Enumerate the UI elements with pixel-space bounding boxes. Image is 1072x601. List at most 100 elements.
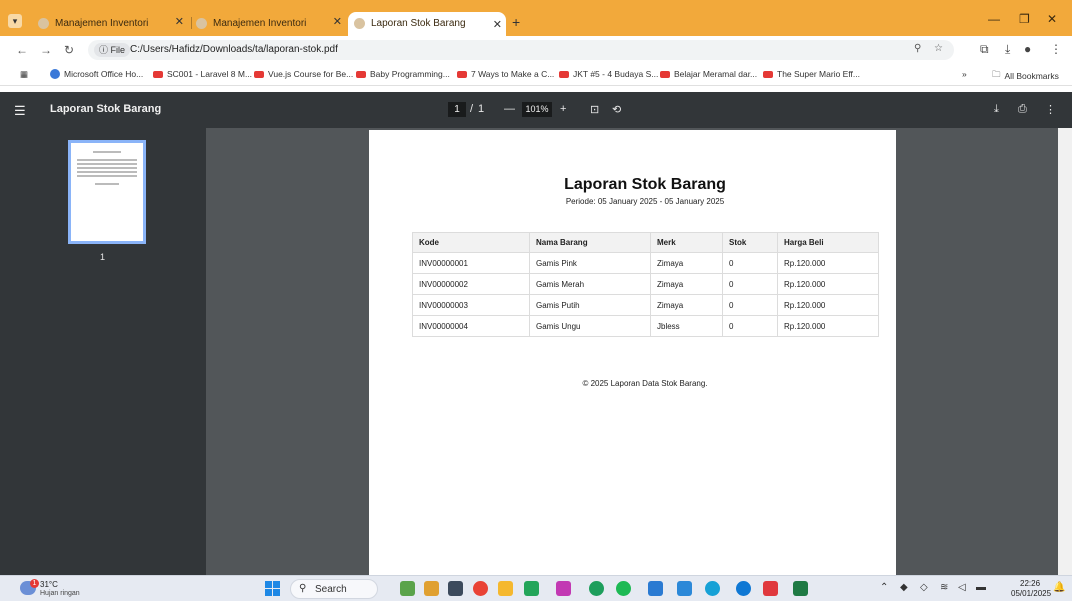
- weather-alert-badge: 1: [30, 579, 39, 588]
- wifi-icon[interactable]: ≋: [940, 582, 948, 593]
- restore-icon[interactable]: ❐: [1019, 12, 1030, 26]
- youtube-icon: [254, 70, 264, 78]
- zoom-input[interactable]: 101%: [522, 102, 552, 117]
- taskbar-search[interactable]: ⚲ Search: [290, 579, 378, 599]
- bookmark-item[interactable]: The Super Mario Eff...: [763, 69, 860, 79]
- thumbnail-table-line: [77, 175, 137, 177]
- bookmarks-overflow-button[interactable]: »: [962, 69, 967, 79]
- chrome-icon[interactable]: [473, 581, 488, 596]
- tray-app-icon[interactable]: ◇: [920, 582, 928, 593]
- cell-merk: Zimaya: [650, 252, 723, 274]
- speaker-icon[interactable]: ◁: [958, 582, 966, 593]
- zoom-out-button[interactable]: —: [504, 103, 515, 115]
- table-row: INV00000004 Gamis Ungu Jbless 0 Rp.120.0…: [412, 315, 879, 337]
- youtube-icon: [457, 70, 467, 78]
- bookmark-item[interactable]: Baby Programming...: [356, 69, 450, 79]
- notification-bell-icon[interactable]: 🔔: [1053, 582, 1065, 593]
- fit-page-icon[interactable]: ⊡: [590, 103, 599, 116]
- bookmark-star-icon[interactable]: ☆: [934, 43, 943, 54]
- rotate-icon[interactable]: ⟲: [612, 103, 621, 116]
- battery-icon[interactable]: ▬: [976, 582, 986, 593]
- store-icon[interactable]: [648, 581, 663, 596]
- address-bar-row: ← → ↻ ⓘ File C:/Users/Hafidz/Downloads/t…: [0, 36, 1072, 64]
- spotify-icon[interactable]: [616, 581, 631, 596]
- page-total: 1: [478, 103, 485, 115]
- folder-icon: 🗀: [992, 69, 1001, 79]
- cell-stok: 0: [722, 315, 778, 337]
- bookmark-label: The Super Mario Eff...: [777, 69, 860, 79]
- close-window-icon[interactable]: ✕: [1047, 12, 1057, 26]
- apps-grid-icon[interactable]: ▦: [20, 69, 28, 80]
- file-explorer-icon[interactable]: [498, 581, 513, 596]
- copilot-icon[interactable]: [705, 581, 720, 596]
- zoom-in-button[interactable]: +: [560, 103, 566, 115]
- forward-icon[interactable]: →: [40, 43, 52, 57]
- office-icon: [50, 69, 60, 79]
- all-bookmarks-button[interactable]: 🗀 All Bookmarks: [992, 69, 1059, 83]
- tab-manajemen-inventori-2[interactable]: Manajemen Inventori ✕: [196, 12, 346, 34]
- browser-menu-icon[interactable]: ⋮: [1050, 42, 1062, 56]
- windows-start-icon[interactable]: [265, 581, 280, 596]
- print-icon[interactable]: ⎙: [1018, 103, 1027, 116]
- xbox-icon[interactable]: [589, 581, 604, 596]
- clock-time[interactable]: 22:26: [1020, 579, 1040, 588]
- thumbnail-table-line: [77, 163, 137, 165]
- download-icon[interactable]: ⤓: [994, 103, 999, 116]
- sidebar-toggle-icon[interactable]: ☰: [14, 103, 26, 119]
- close-tab-icon[interactable]: ✕: [493, 18, 502, 31]
- page-thumbnail[interactable]: [68, 140, 146, 244]
- minimize-icon[interactable]: —: [988, 12, 1000, 26]
- bookmark-label: Vue.js Course for Be...: [268, 69, 354, 79]
- reload-icon[interactable]: ↻: [64, 43, 74, 57]
- pdf-title: Laporan Stok Barang: [50, 103, 162, 115]
- paint-app-icon[interactable]: [424, 581, 439, 596]
- bookmark-item[interactable]: Vue.js Course for Be...: [254, 69, 353, 79]
- cell-kode: INV00000002: [412, 273, 530, 295]
- edge-icon[interactable]: [736, 581, 751, 596]
- cell-nama-barang: Gamis Merah: [529, 273, 651, 295]
- page-number-input[interactable]: 1: [448, 102, 466, 117]
- tray-app-icon[interactable]: ◆: [900, 582, 908, 593]
- bookmark-item[interactable]: Belajar Meramal dar...: [660, 69, 757, 79]
- cell-harga-beli: Rp.120.000: [777, 252, 879, 274]
- bookmark-label: 7 Ways to Make a C...: [471, 69, 555, 79]
- widget-app-icon[interactable]: [400, 581, 415, 596]
- vertical-scrollbar[interactable]: [1058, 128, 1072, 575]
- cell-stok: 0: [722, 252, 778, 274]
- column-header: Harga Beli: [777, 232, 879, 253]
- column-header: Stok: [722, 232, 778, 253]
- address-input[interactable]: ⓘ File C:/Users/Hafidz/Downloads/ta/lapo…: [88, 40, 954, 60]
- url-text: C:/Users/Hafidz/Downloads/ta/laporan-sto…: [130, 44, 338, 55]
- bookmark-item[interactable]: 7 Ways to Make a C...: [457, 69, 554, 79]
- new-tab-icon[interactable]: +: [512, 14, 520, 30]
- thumbnail-table-line: [77, 167, 137, 169]
- task-view-icon[interactable]: [448, 581, 463, 596]
- close-tab-icon[interactable]: ✕: [333, 15, 342, 28]
- more-options-icon[interactable]: ⋮: [1045, 103, 1056, 116]
- back-icon[interactable]: ←: [16, 43, 28, 57]
- extensions-icon[interactable]: ⧉: [980, 42, 989, 57]
- mcafee-icon[interactable]: [763, 581, 778, 596]
- zoom-icon[interactable]: ⚲: [914, 43, 921, 54]
- bookmark-item[interactable]: JKT #5 - 4 Budaya S...: [559, 69, 658, 79]
- download-icon[interactable]: ⤓: [1005, 42, 1010, 57]
- profile-avatar-icon[interactable]: ●: [1024, 42, 1031, 56]
- tab-manajemen-inventori-1[interactable]: Manajemen Inventori ✕: [38, 12, 188, 34]
- column-header: Kode: [412, 232, 530, 253]
- bookmark-item[interactable]: Microsoft Office Ho...: [50, 69, 143, 79]
- close-tab-icon[interactable]: ✕: [175, 15, 184, 28]
- thumbnail-title-line: [93, 151, 121, 153]
- table-row: INV00000002 Gamis Merah Zimaya 0 Rp.120.…: [412, 273, 879, 295]
- whatsapp-icon[interactable]: [524, 581, 539, 596]
- media-app-icon[interactable]: [556, 581, 571, 596]
- weather-temperature[interactable]: 31°C: [40, 580, 58, 589]
- weather-condition[interactable]: Hujan ringan: [40, 590, 80, 597]
- tab-search-menu-icon[interactable]: ▾: [8, 14, 22, 28]
- bookmark-item[interactable]: SC001 - Laravel 8 M...: [153, 69, 252, 79]
- clock-date[interactable]: 05/01/2025: [1011, 589, 1051, 598]
- thumbnail-footer-line: [95, 183, 119, 185]
- site-info-chip[interactable]: ⓘ File: [94, 43, 131, 57]
- excel-icon[interactable]: [793, 581, 808, 596]
- photos-icon[interactable]: [677, 581, 692, 596]
- tray-overflow-icon[interactable]: ⌃: [880, 582, 888, 593]
